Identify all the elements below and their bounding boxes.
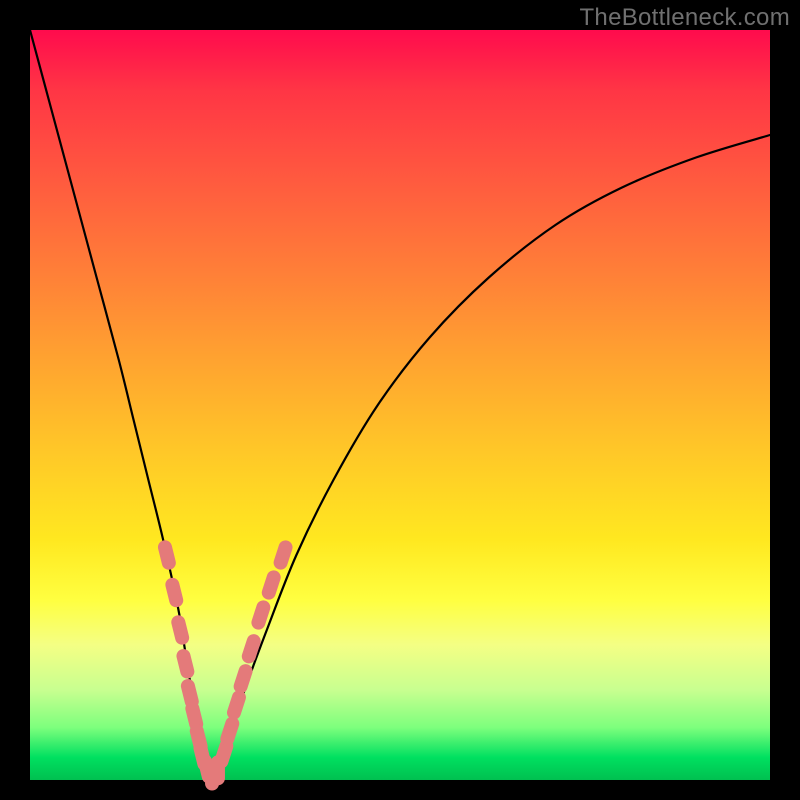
marker-pill: [170, 614, 191, 646]
chart-stage: TheBottleneck.com: [0, 0, 800, 800]
marker-pill: [164, 576, 185, 608]
curve-layer: [30, 30, 770, 780]
watermark-text: TheBottleneck.com: [579, 4, 790, 32]
bottleneck-curve: [30, 30, 770, 777]
marker-group: [156, 539, 294, 791]
marker-pill: [232, 662, 255, 695]
marker-pill: [219, 715, 242, 748]
marker-pill: [225, 689, 248, 722]
marker-pill: [175, 648, 196, 680]
marker-pill: [156, 539, 177, 571]
